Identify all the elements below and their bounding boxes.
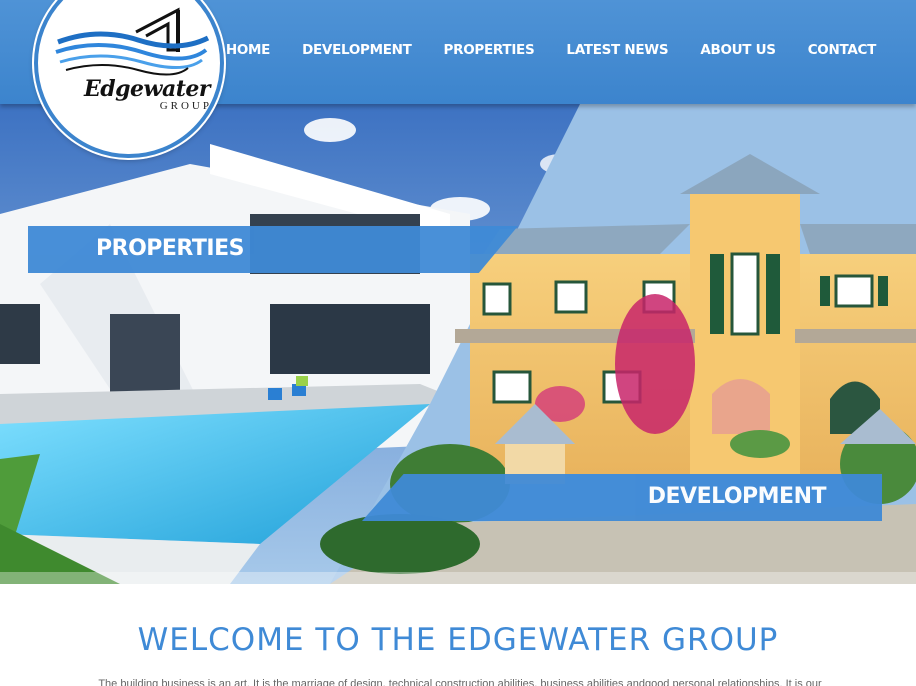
- nav-about-us[interactable]: ABOUT US: [700, 42, 776, 58]
- hero-slider: PROPERTIES DEVELOPMENT: [0, 104, 916, 584]
- nav-latest-news[interactable]: LATEST NEWS: [566, 42, 668, 58]
- welcome-text: The building business is an art. It is t…: [98, 678, 822, 686]
- logo[interactable]: Edgewater GROUP: [34, 0, 224, 158]
- nav-home[interactable]: HOME: [226, 42, 271, 58]
- properties-banner[interactable]: PROPERTIES: [28, 226, 518, 273]
- nav-contact[interactable]: CONTACT: [808, 42, 877, 58]
- properties-banner-label: PROPERTIES: [96, 236, 244, 261]
- development-banner[interactable]: DEVELOPMENT: [362, 474, 882, 521]
- nav-properties[interactable]: PROPERTIES: [444, 42, 535, 58]
- nav-development[interactable]: DEVELOPMENT: [302, 42, 412, 58]
- welcome-title: WELCOME TO THE EDGEWATER GROUP: [137, 622, 779, 658]
- logo-wordmark: Edgewater: [84, 76, 210, 102]
- main-nav: HOME DEVELOPMENT PROPERTIES LATEST NEWS …: [194, 0, 916, 100]
- logo-subtitle: GROUP: [159, 100, 212, 112]
- development-banner-label: DEVELOPMENT: [647, 484, 827, 509]
